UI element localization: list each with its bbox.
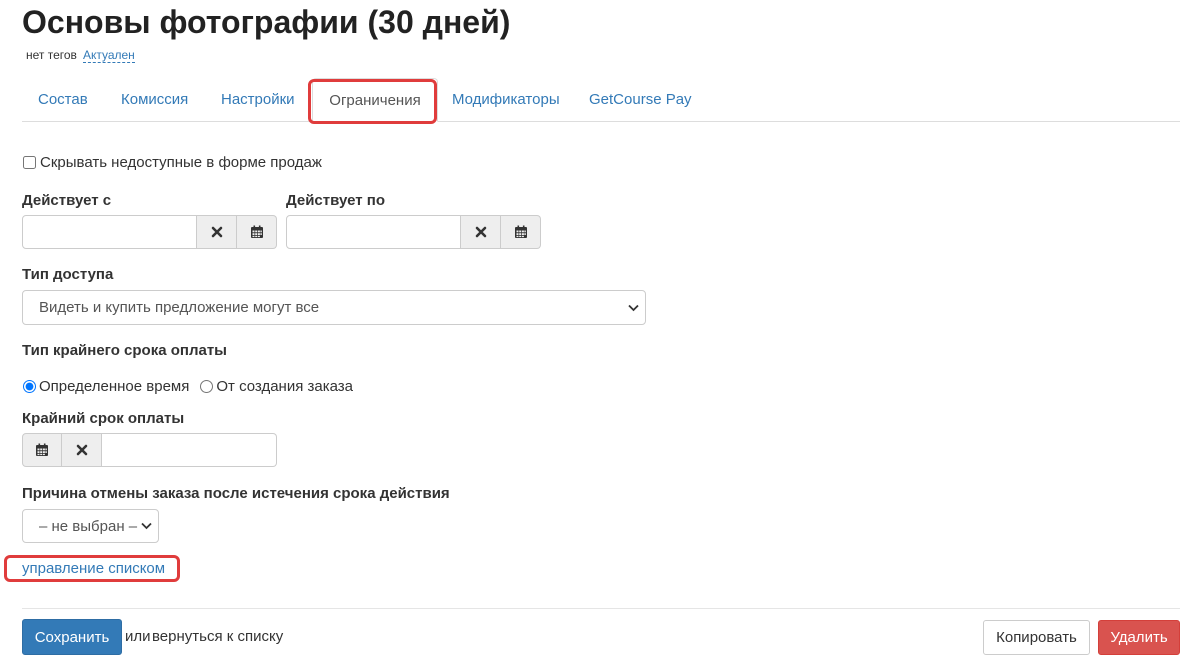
calendar-icon <box>514 225 528 239</box>
valid-to-calendar-button[interactable] <box>501 215 541 249</box>
deadline-from-order-radio[interactable] <box>200 380 214 393</box>
cancel-reason-value: – не выбран – <box>39 517 138 535</box>
deadline-group <box>22 433 277 467</box>
page-meta: нет тегов Актуален <box>26 48 135 63</box>
footer-divider <box>22 608 1180 609</box>
tags-text: нет тегов <box>26 48 77 62</box>
deadline-label: Крайний срок оплаты <box>22 410 185 427</box>
chevron-down-icon <box>141 522 152 530</box>
tab-getcourse-pay[interactable]: GetCourse Pay <box>589 78 692 122</box>
back-to-list-link[interactable]: вернуться к списку <box>152 628 283 645</box>
tab-commission[interactable]: Комиссия <box>121 78 188 122</box>
valid-from-input[interactable] <box>22 215 197 249</box>
deadline-type-radios: Определенное время От создания заказа <box>22 378 353 395</box>
footer-or-text: или <box>125 628 151 645</box>
times-icon <box>475 226 487 238</box>
hide-unavailable-checkbox[interactable] <box>23 156 36 169</box>
valid-to-clear-button[interactable] <box>461 215 501 249</box>
access-type-value: Видеть и купить предложение могут все <box>39 299 320 316</box>
cancel-reason-label: Причина отмены заказа после истечения ср… <box>22 485 450 502</box>
page-title: Основы фотографии (30 дней) <box>22 4 511 40</box>
valid-to-group <box>286 215 541 249</box>
deadline-calendar-button[interactable] <box>22 433 62 467</box>
deadline-fixed-label: Определенное время <box>39 378 190 395</box>
delete-button[interactable]: Удалить <box>1098 620 1180 655</box>
times-icon <box>211 226 223 238</box>
calendar-icon <box>250 225 264 239</box>
chevron-down-icon <box>628 304 639 312</box>
tab-modifiers[interactable]: Модификаторы <box>452 78 560 122</box>
tab-restrictions[interactable]: Ограничения <box>312 78 438 122</box>
deadline-from-order-label: От создания заказа <box>216 378 354 395</box>
calendar-icon <box>35 443 49 457</box>
valid-from-calendar-button[interactable] <box>237 215 277 249</box>
deadline-clear-button[interactable] <box>62 433 102 467</box>
times-icon <box>76 444 88 456</box>
cancel-reason-select[interactable]: – не выбран – <box>22 509 159 543</box>
copy-button[interactable]: Копировать <box>983 620 1090 655</box>
deadline-fixed-radio[interactable] <box>23 380 36 393</box>
tab-composition[interactable]: Состав <box>38 78 88 122</box>
valid-from-clear-button[interactable] <box>197 215 237 249</box>
manage-list-link[interactable]: управление списком <box>22 560 165 577</box>
valid-to-label: Действует по <box>286 192 385 209</box>
valid-from-label: Действует с <box>22 192 112 209</box>
status-link[interactable]: Актуален <box>82 48 135 63</box>
access-type-label: Тип доступа <box>22 266 114 283</box>
save-button[interactable]: Сохранить <box>22 619 122 655</box>
valid-to-input[interactable] <box>286 215 461 249</box>
deadline-input[interactable] <box>102 433 277 467</box>
hide-unavailable-row[interactable]: Скрывать недоступные в форме продаж <box>22 154 322 171</box>
deadline-type-label: Тип крайнего срока оплаты <box>22 342 227 359</box>
access-type-select[interactable]: Видеть и купить предложение могут все <box>22 290 646 325</box>
tab-settings[interactable]: Настройки <box>221 78 295 122</box>
hide-unavailable-label: Скрывать недоступные в форме продаж <box>40 154 322 171</box>
tab-bar: Состав Комиссия Настройки Ограничения Мо… <box>22 78 1180 122</box>
valid-from-group <box>22 215 277 249</box>
